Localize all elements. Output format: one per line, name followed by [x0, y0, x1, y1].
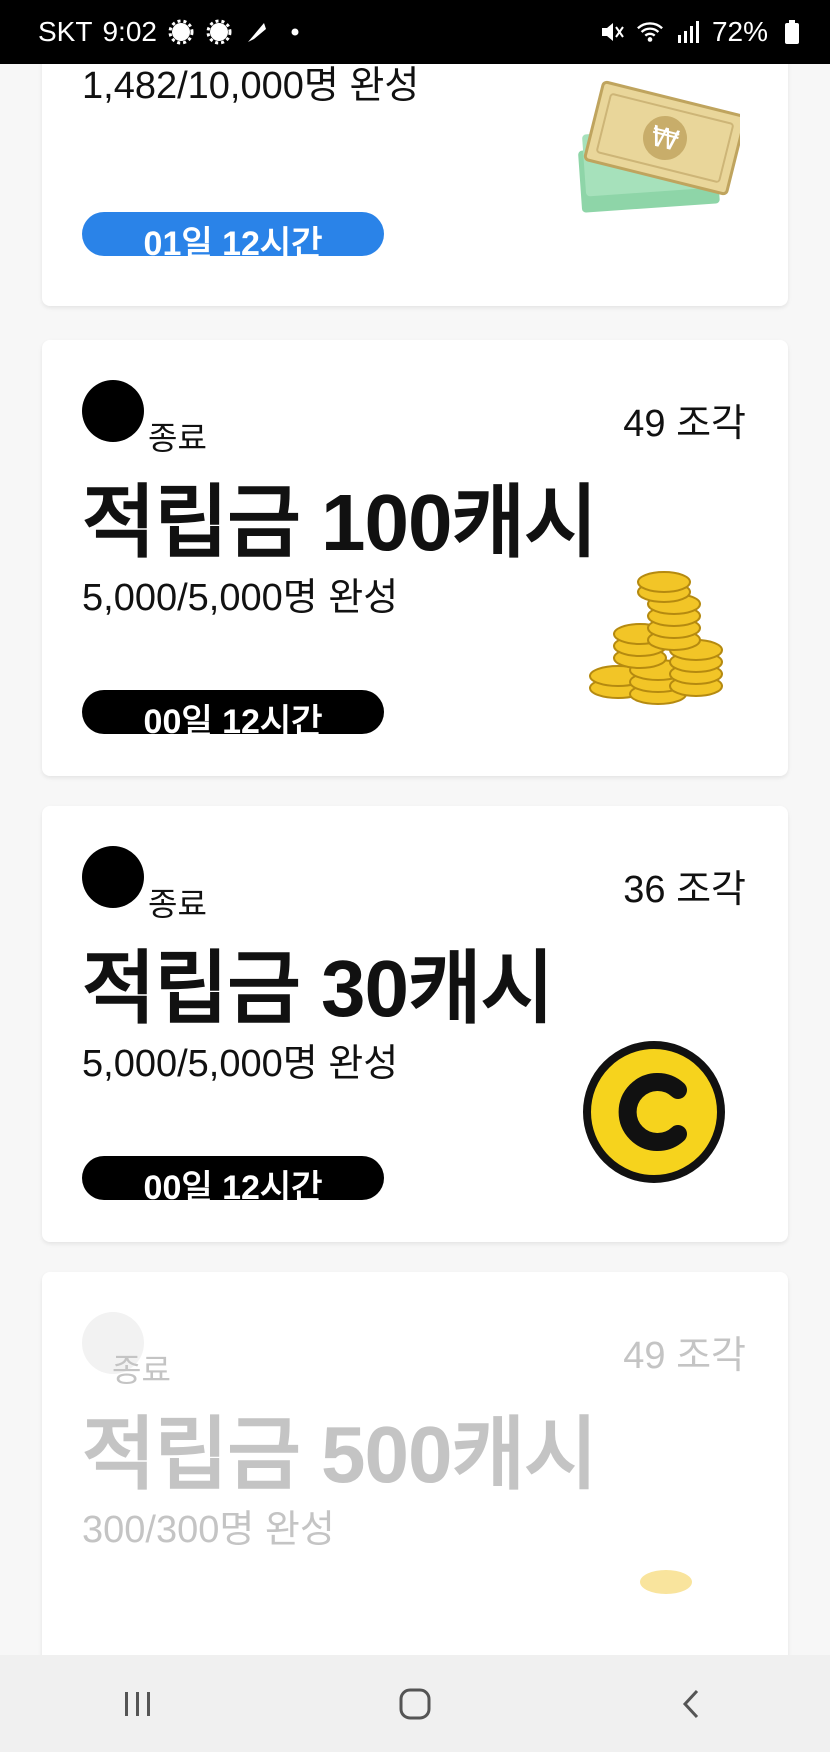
progress-text: 1,482/10,000명 완성 — [82, 65, 420, 107]
status-label: 종료 — [148, 886, 207, 922]
event-card[interactable]: 종료 36 조각 적립금 30캐시 5,000/5,000명 완성 00일 12… — [42, 806, 788, 1242]
pieces-count: 36 조각 — [623, 869, 746, 911]
recent-apps-icon — [125, 1691, 151, 1716]
status-dot — [82, 846, 144, 908]
status-bar: SKT 9:02 72% — [0, 0, 830, 64]
carrier-label: SKT — [38, 16, 93, 47]
status-dot — [82, 380, 144, 442]
reward-title: 적립금 500캐시 — [82, 1410, 598, 1499]
battery-icon — [778, 18, 806, 46]
home-button[interactable] — [375, 1674, 455, 1734]
progress-text: 5,000/5,000명 완성 — [82, 1043, 399, 1085]
cash-coin-icon — [582, 1040, 726, 1189]
battery-percent: 72% — [711, 16, 768, 47]
back-icon — [682, 1689, 698, 1718]
feather-icon — [243, 18, 271, 46]
status-label: 종료 — [148, 420, 207, 456]
signal-icon — [674, 18, 702, 46]
mute-icon — [598, 18, 626, 46]
timer-badge: 00일 12시간 — [82, 690, 384, 734]
progress-text: 300/300명 완성 — [82, 1509, 335, 1551]
gear-icon — [167, 18, 195, 46]
event-card[interactable]: 종료 49 조각 적립금 100캐시 5,000/5,000명 완성 00일 1… — [42, 340, 788, 776]
event-card[interactable]: 1,482/10,000명 완성 01일 12시간 ₩ — [42, 64, 788, 306]
coin-stack-icon — [636, 1562, 696, 1607]
system-nav-bar — [0, 1655, 830, 1752]
dot-icon — [281, 18, 309, 46]
event-list[interactable]: 1,482/10,000명 완성 01일 12시간 ₩ 종료 49 조각 적립금… — [0, 64, 830, 1655]
status-label: 종료 — [112, 1352, 171, 1388]
pieces-count: 49 조각 — [623, 1335, 746, 1377]
coin-stack-icon — [578, 570, 738, 715]
event-card[interactable]: 종료 49 조각 적립금 500캐시 300/300명 완성 — [42, 1272, 788, 1655]
timer-text: 01일 12시간 — [143, 225, 323, 256]
pieces-count: 49 조각 — [623, 403, 746, 445]
home-icon — [399, 1688, 431, 1719]
reward-title: 적립금 100캐시 — [82, 478, 598, 567]
timer-text: 00일 12시간 — [143, 1169, 323, 1200]
progress-text: 5,000/5,000명 완성 — [82, 577, 399, 619]
time-label: 9:02 — [102, 16, 157, 47]
gear-icon — [205, 18, 233, 46]
reward-title: 적립금 30캐시 — [82, 944, 554, 1033]
wifi-icon — [636, 18, 664, 46]
banknote-icon: ₩ — [570, 78, 747, 223]
timer-badge: 01일 12시간 — [82, 212, 384, 256]
back-button[interactable] — [652, 1674, 732, 1734]
timer-badge: 00일 12시간 — [82, 1156, 384, 1200]
timer-text: 00일 12시간 — [143, 703, 323, 734]
recent-apps-button[interactable] — [98, 1674, 178, 1734]
